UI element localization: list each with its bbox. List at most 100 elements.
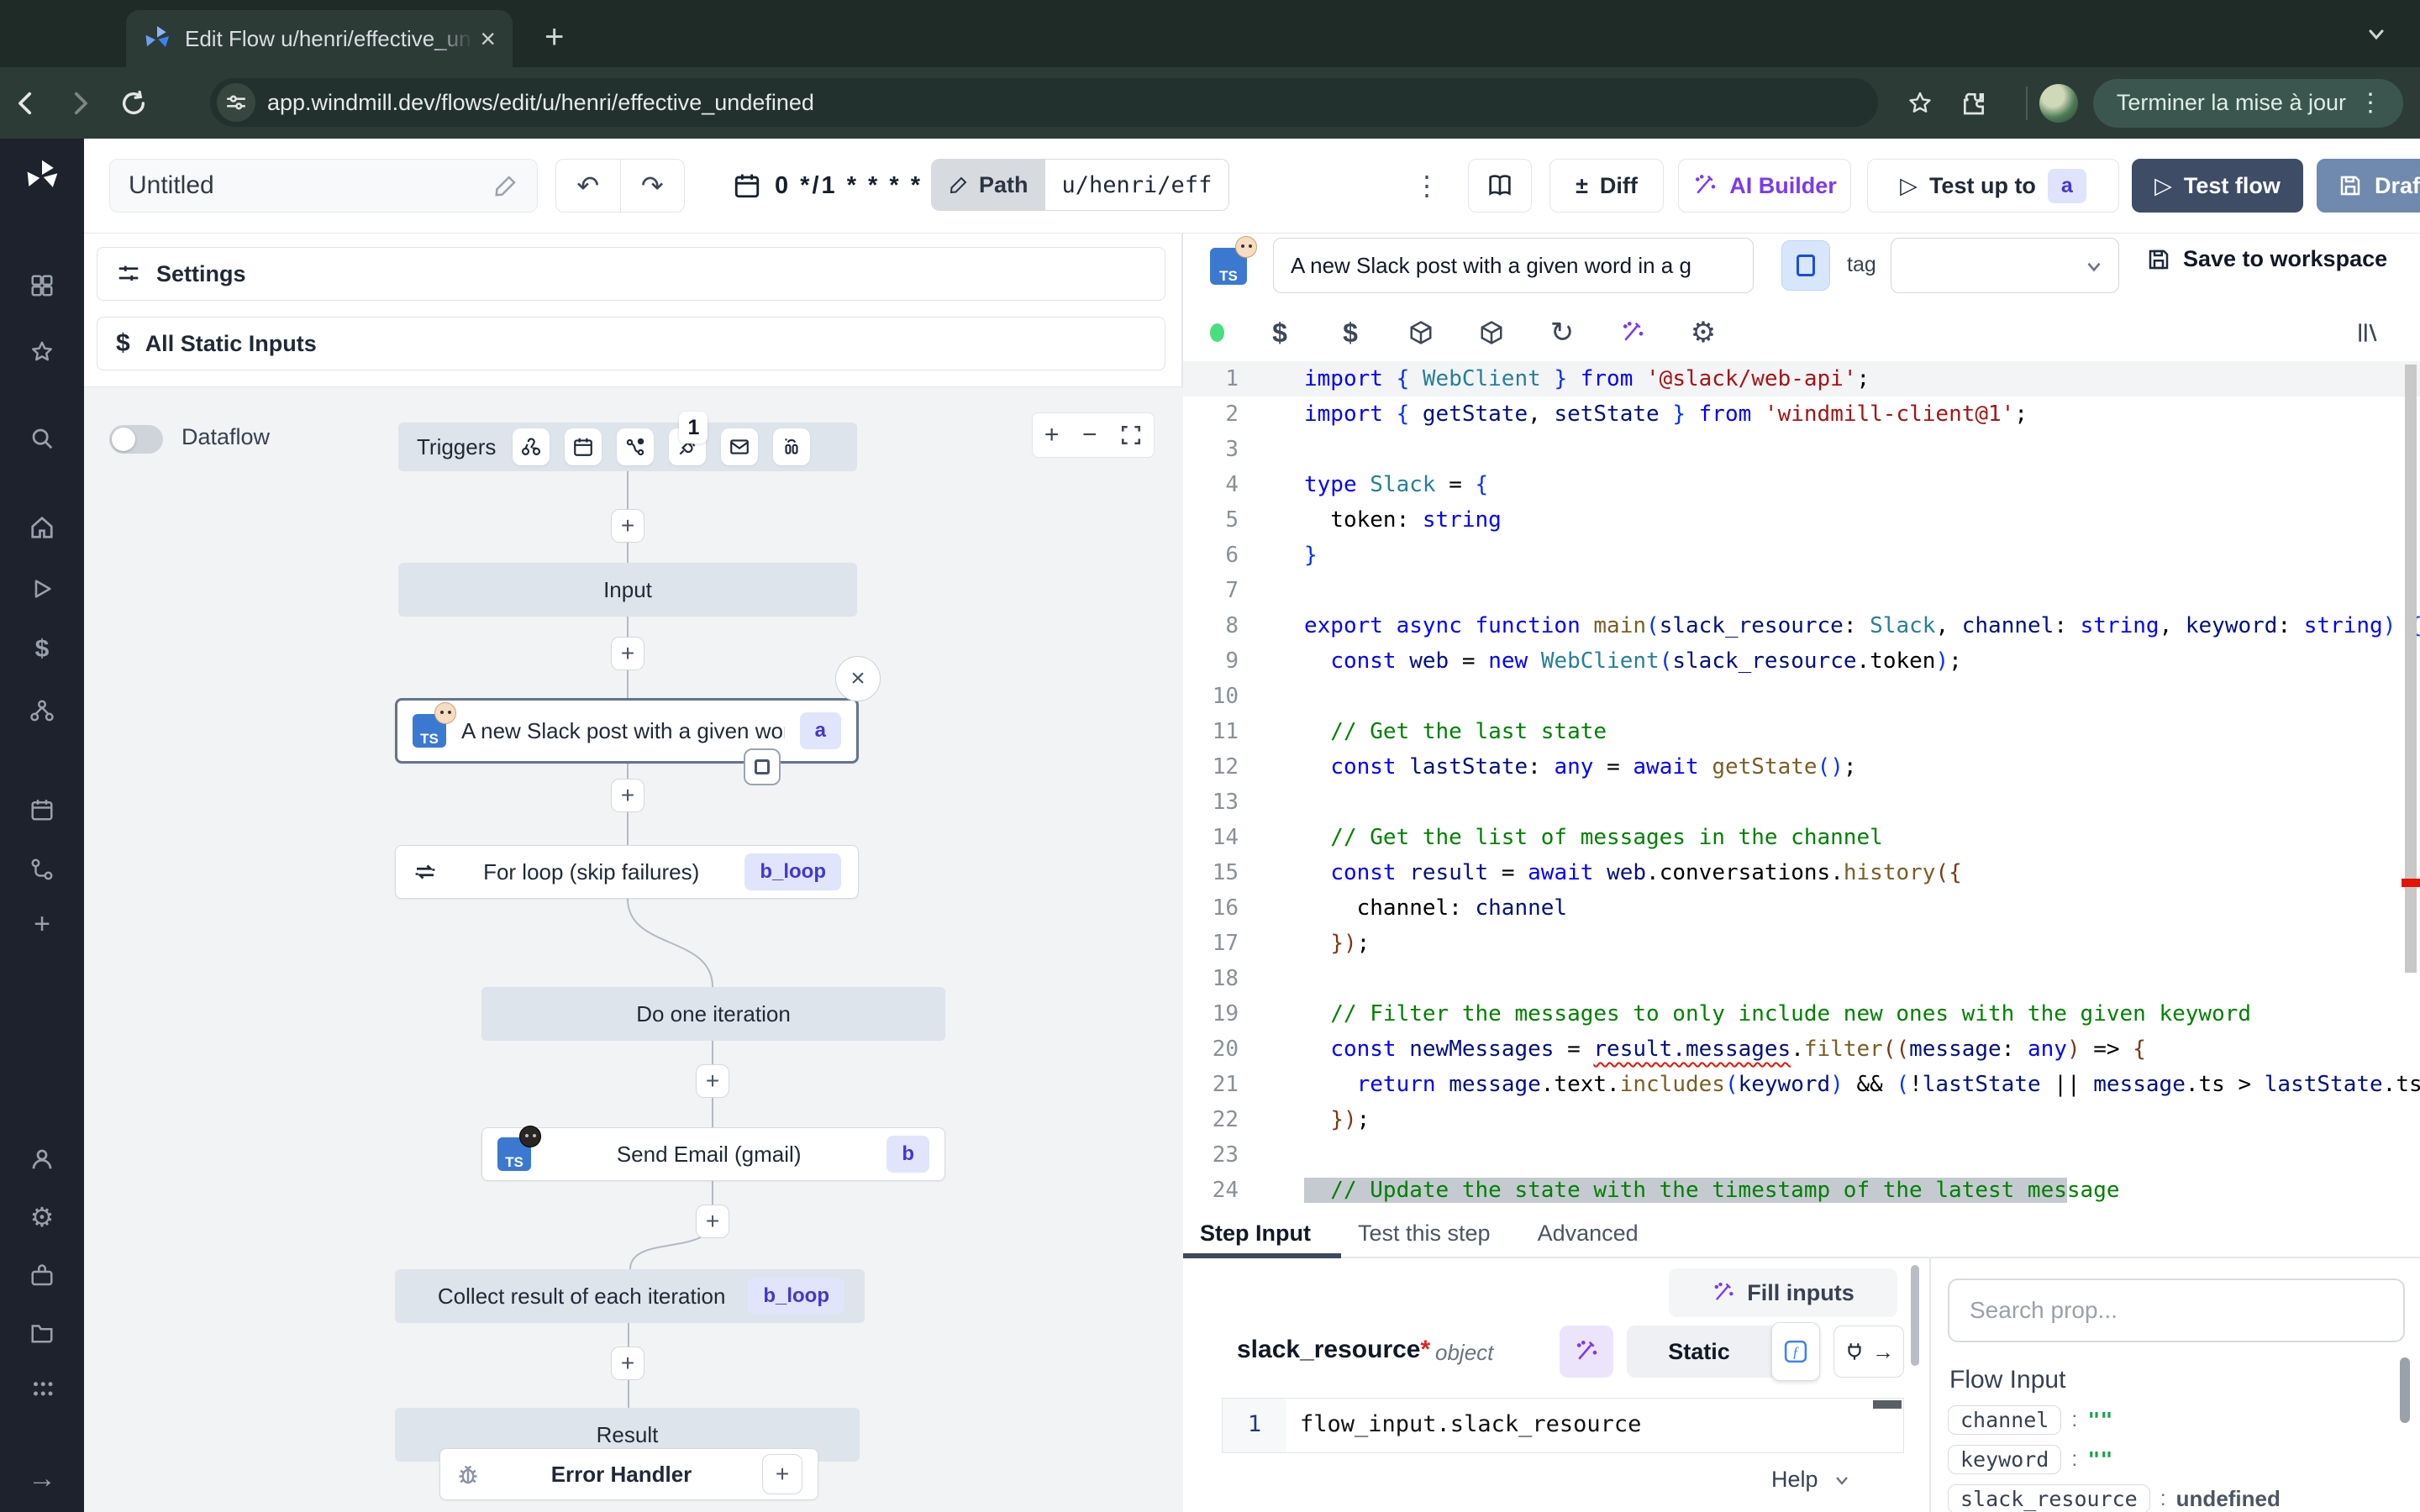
path-chip[interactable]: Path u/henri/eff [931, 159, 1229, 211]
edit-pencil-icon[interactable] [493, 173, 518, 198]
fit-view-icon[interactable] [1120, 424, 1142, 446]
back-icon[interactable] [12, 89, 66, 118]
sidebar-groups-icon[interactable] [0, 1375, 84, 1404]
test-up-to-button[interactable]: ▷ Test up to a [1867, 159, 2119, 213]
insert-step-button[interactable]: + [696, 1064, 729, 1098]
code-line[interactable]: 10 [1183, 679, 2420, 714]
code-line[interactable]: 5 token: string [1183, 502, 2420, 538]
chrome-menu-icon[interactable]: ⋮ [2346, 88, 2395, 118]
sidebar-apps-icon[interactable] [0, 271, 84, 300]
all-static-inputs-row[interactable]: $ All Static Inputs [97, 317, 1165, 370]
forward-icon[interactable] [66, 89, 119, 118]
code-line[interactable]: 19 // Filter the messages to only includ… [1183, 996, 2420, 1032]
settings-row[interactable]: Settings [97, 247, 1165, 301]
ai-fill-button[interactable] [1560, 1326, 1613, 1378]
assets-icon[interactable]: $ [1244, 318, 1315, 349]
tab-advanced[interactable]: Advanced [1538, 1221, 1639, 1247]
code-line[interactable]: 14 // Get the list of messages in the ch… [1183, 820, 2420, 855]
flow-title-input[interactable]: Untitled [109, 159, 538, 213]
code-line[interactable]: 12 const lastState: any = await getState… [1183, 749, 2420, 785]
reload-script-icon[interactable]: ↻ [1527, 316, 1597, 349]
code-editor[interactable]: 1import { WebClient } from '@slack/web-a… [1183, 361, 2420, 1210]
dataflow-toggle[interactable] [109, 425, 163, 454]
ai-assist-icon[interactable] [1597, 320, 1668, 345]
tag-select[interactable] [1891, 238, 2119, 293]
code-line[interactable]: 7 [1183, 573, 2420, 608]
url-bar[interactable]: app.windmill.dev/flows/edit/u/henri/effe… [210, 78, 1878, 127]
node-slack-step-a[interactable]: TS A new Slack post with a given wor... … [395, 698, 859, 764]
sidebar-integrations-icon[interactable] [0, 855, 84, 884]
test-flow-button[interactable]: ▷ Test flow [2132, 159, 2303, 213]
node-forloop[interactable]: For loop (skip failures) b_loop [395, 845, 859, 899]
zoom-out-icon[interactable]: − [1082, 421, 1097, 449]
chrome-update-button[interactable]: Terminer la mise à jour ⋮ [2093, 79, 2403, 128]
stop-after-step-icon[interactable] [744, 748, 781, 785]
zoom-in-icon[interactable]: + [1044, 421, 1060, 449]
code-line[interactable]: 4type Slack = { [1183, 467, 2420, 502]
connect-input-button[interactable]: → [1833, 1326, 1904, 1378]
code-line[interactable]: 6} [1183, 538, 2420, 573]
step-summary-input[interactable] [1273, 238, 1754, 293]
flow-graph-canvas[interactable]: Dataflow + − Triggers [84, 386, 1183, 1512]
prop-scrollbar[interactable] [2400, 1357, 2410, 1423]
expr-option[interactable]: ƒ [1771, 1322, 1820, 1381]
package-icon[interactable] [1386, 320, 1456, 345]
docs-button[interactable] [1468, 159, 1532, 213]
draft-button[interactable]: Draft [2317, 159, 2420, 213]
code-line[interactable]: 18 [1183, 961, 2420, 996]
browser-tab[interactable]: Edit Flow u/henri/effective_un × [126, 10, 513, 67]
email-trigger-icon[interactable] [721, 428, 758, 465]
code-line[interactable]: 21 return message.text.includes(keyword)… [1183, 1067, 2420, 1102]
sidebar-search-icon[interactable] [0, 424, 84, 453]
sidebar-settings-icon[interactable]: ⚙ [0, 1203, 84, 1231]
sidebar-collapse-icon[interactable]: → [0, 1464, 84, 1493]
webhook-icon[interactable] [513, 428, 550, 465]
node-collect-result[interactable]: Collect result of each iteration b_loop [395, 1269, 865, 1323]
site-settings-icon[interactable] [217, 83, 255, 122]
node-do-one-iteration[interactable]: Do one iteration [481, 987, 945, 1041]
code-line[interactable]: 15 const result = await web.conversation… [1183, 855, 2420, 890]
bookmark-star-icon[interactable] [1907, 90, 1960, 117]
reload-icon[interactable] [119, 89, 173, 118]
node-triggers[interactable]: Triggers [398, 423, 857, 471]
sidebar-favorites-icon[interactable] [0, 338, 84, 366]
code-line[interactable]: 2import { getState, setState } from 'win… [1183, 396, 2420, 432]
code-line[interactable]: 13 [1183, 785, 2420, 820]
editor-settings-icon[interactable]: ⚙ [1668, 316, 1739, 349]
poll-icon[interactable] [773, 428, 810, 465]
code-line[interactable]: 20 const newMessages = result.messages.f… [1183, 1032, 2420, 1067]
insert-step-button[interactable]: + [611, 637, 644, 670]
schedule-cron[interactable]: 0 */1 * * * * [733, 159, 923, 213]
code-line[interactable]: 3 [1183, 432, 2420, 467]
sidebar-plus-icon[interactable]: + [0, 910, 84, 938]
node-input[interactable]: Input [398, 563, 857, 617]
undo-button[interactable]: ↶ [556, 170, 620, 202]
code-line[interactable]: 17 }); [1183, 926, 2420, 961]
sidebar-variables-icon[interactable]: $ [0, 635, 84, 664]
redo-button[interactable]: ↷ [621, 170, 685, 202]
code-line[interactable]: 23 [1183, 1137, 2420, 1173]
schedule-icon[interactable] [565, 428, 602, 465]
library-icon[interactable] [2333, 319, 2403, 346]
insert-step-button[interactable]: + [611, 1347, 644, 1380]
avatar[interactable] [2039, 84, 2078, 123]
tab-test-this-step[interactable]: Test this step [1358, 1221, 1491, 1247]
code-line[interactable]: 1import { WebClient } from '@slack/web-a… [1183, 361, 2420, 396]
tab-close-icon[interactable]: × [480, 25, 496, 52]
flow-input-prop[interactable]: channel:"" [1948, 1403, 2281, 1436]
sidebar-runs-icon[interactable] [0, 575, 84, 603]
sidebar-resources-icon[interactable] [0, 696, 84, 725]
node-send-email[interactable]: TS Send Email (gmail) b [481, 1127, 945, 1181]
sidebar-workers-icon[interactable] [0, 1262, 84, 1290]
code-line[interactable]: 24 // Update the state with the timestam… [1183, 1173, 2420, 1208]
sidebar-schedules-icon[interactable] [0, 795, 84, 824]
sidebar-folders-icon[interactable] [0, 1318, 84, 1347]
package-icon[interactable] [1456, 320, 1527, 345]
flow-input-prop[interactable]: slack_resource:undefined [1948, 1482, 2281, 1512]
diff-button[interactable]: ± Diff [1549, 159, 1664, 213]
more-menu-icon[interactable]: ⋮ [1410, 159, 1444, 213]
variables-icon[interactable]: $ [1315, 318, 1386, 349]
insert-step-button[interactable]: + [696, 1205, 729, 1238]
node-error-handler[interactable]: Error Handler + [439, 1448, 818, 1500]
insert-step-button[interactable]: + [611, 779, 644, 812]
